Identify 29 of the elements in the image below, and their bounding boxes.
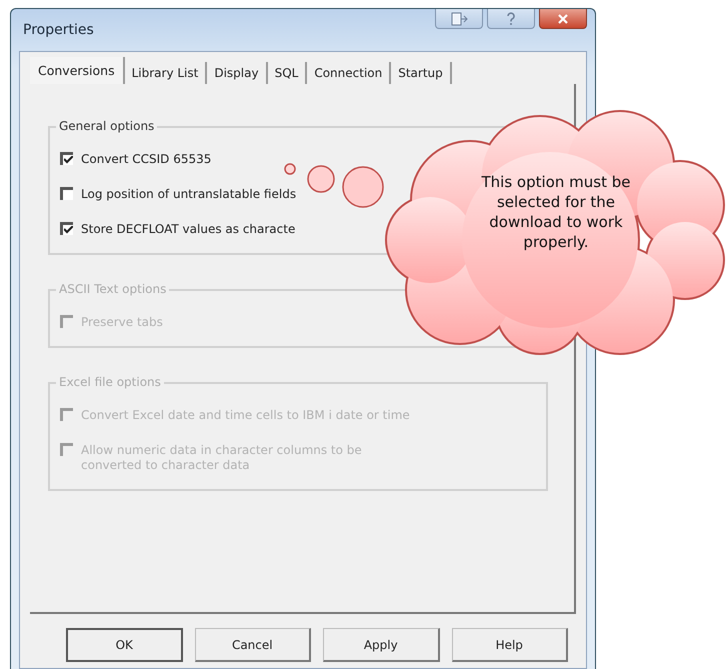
help-icon	[506, 12, 516, 26]
tab[interactable]: Connection	[307, 62, 392, 84]
checkbox-label: Log position of untranslatable fields	[81, 187, 296, 202]
dialog-button[interactable]: Help	[452, 628, 568, 662]
checkbox-label: Convert Excel date and time cells to IBM i date or time	[81, 408, 410, 423]
tab[interactable]: Conversions	[30, 57, 125, 84]
tab[interactable]: Library List	[124, 62, 208, 84]
close-icon	[557, 12, 569, 24]
callout-text: This option must be selected for the download to work properly.	[480, 172, 632, 252]
checkbox-label: Preserve tabs	[81, 315, 163, 330]
checkbox-label: Convert CCSID 65535	[81, 152, 212, 167]
checkbox[interactable]	[60, 152, 73, 165]
tab[interactable]: Display	[207, 62, 268, 84]
group-title: ASCII Text options	[56, 282, 170, 296]
window-button[interactable]	[435, 9, 483, 29]
window-title: Properties	[23, 22, 94, 38]
checkbox-label: Store DECFLOAT values as characte	[81, 222, 296, 237]
tab[interactable]: SQL	[268, 62, 308, 84]
dialog-button[interactable]: OK	[66, 628, 183, 662]
dialog-button[interactable]: Cancel	[194, 628, 312, 662]
checkbox-label: Allow numeric data in character columns to be converted to character data	[81, 443, 363, 473]
group-title: Excel file options	[56, 375, 164, 389]
checkbox[interactable]	[60, 187, 73, 200]
checkbox[interactable]	[60, 222, 73, 235]
group-title: General options	[56, 119, 158, 133]
page-icon	[450, 12, 468, 26]
dialog-button[interactable]: Apply	[323, 628, 440, 662]
close-button[interactable]	[539, 9, 587, 29]
tab[interactable]: Startup	[391, 62, 452, 84]
